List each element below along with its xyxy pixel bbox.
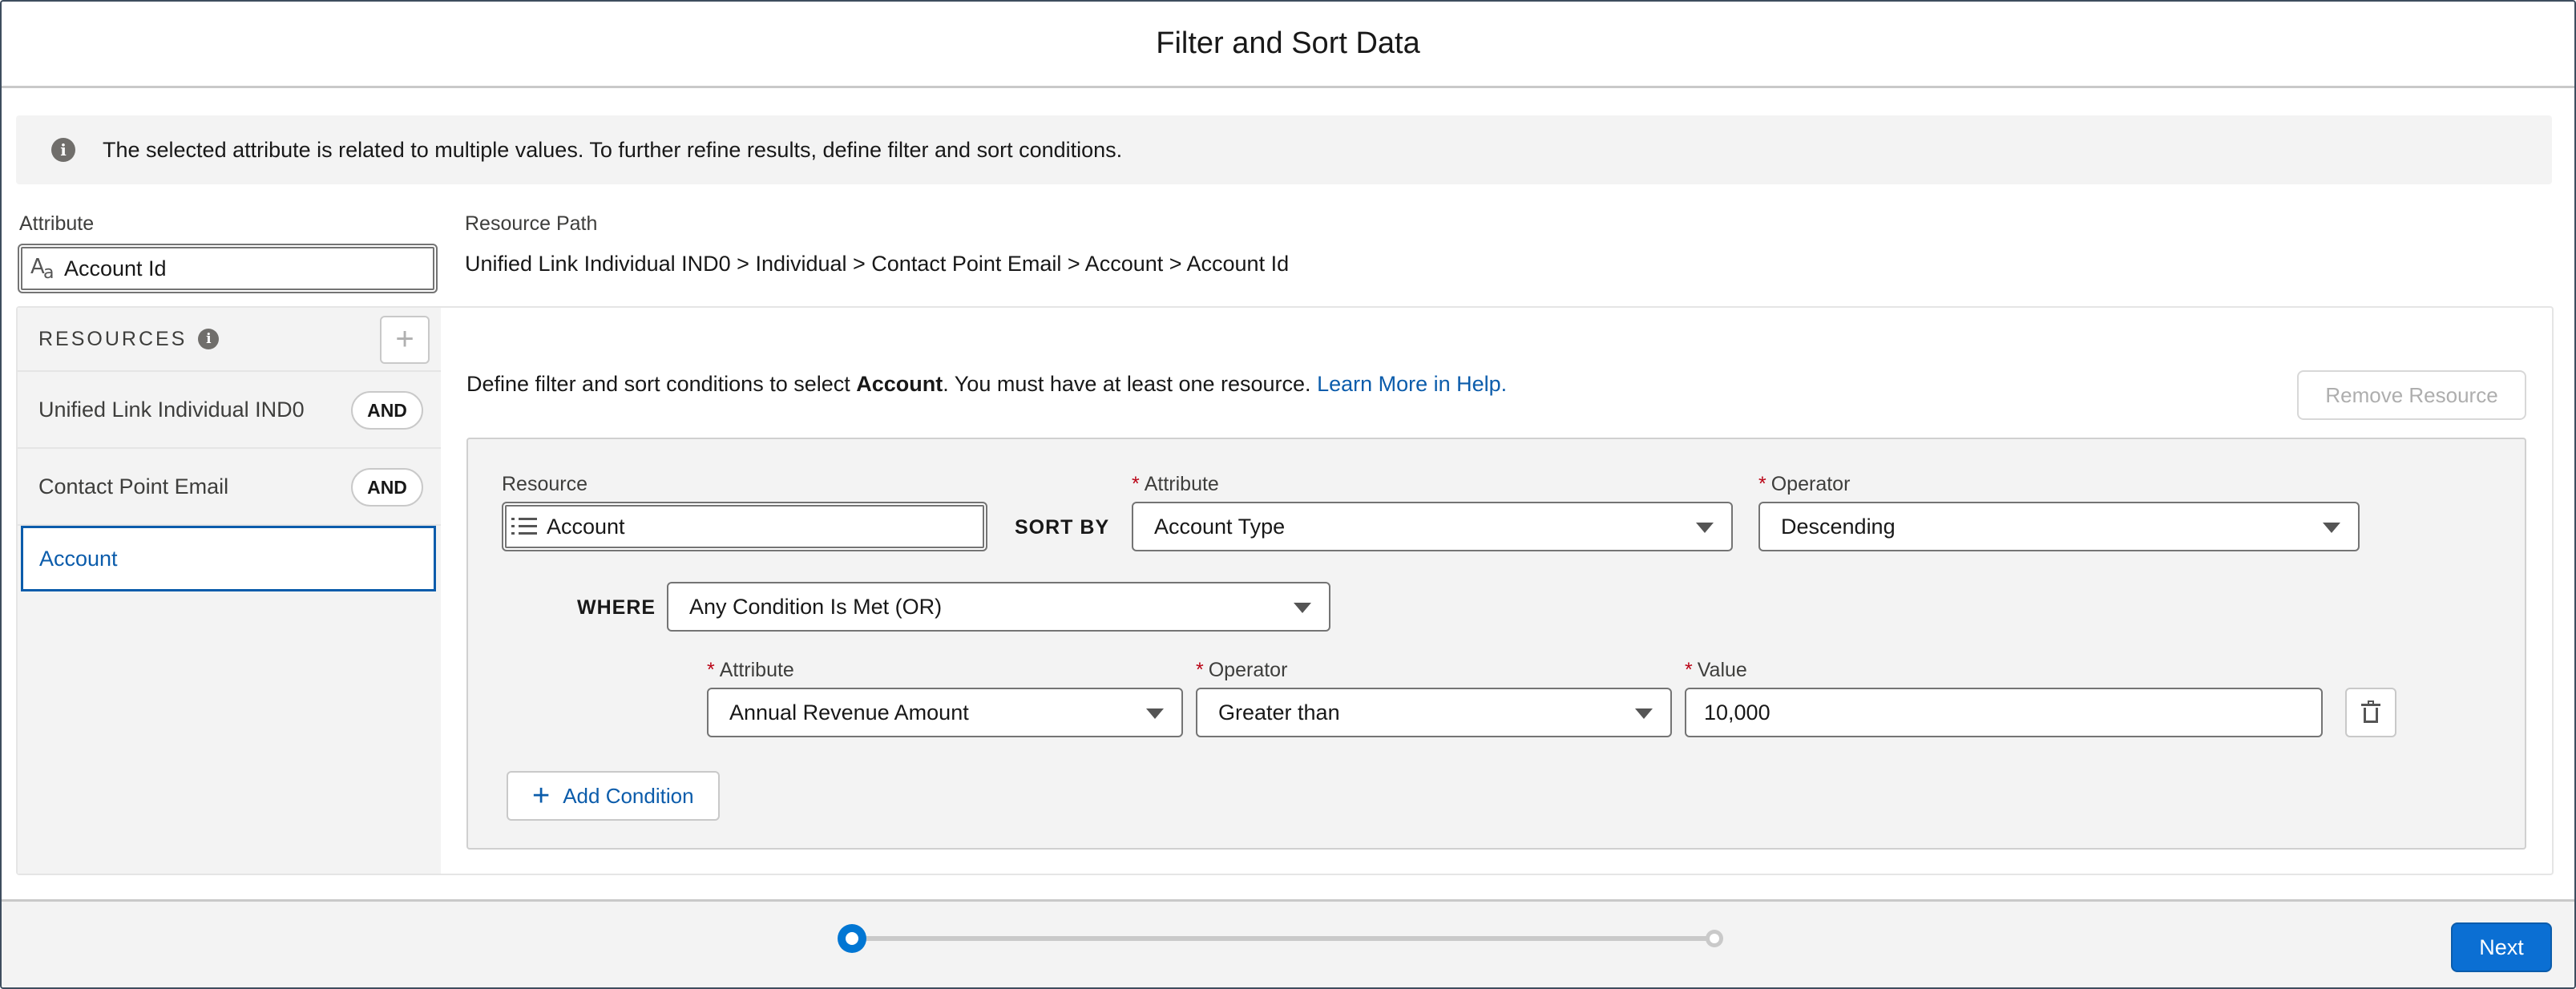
condition-operator-value: Greater than xyxy=(1218,700,1340,725)
chevron-down-icon xyxy=(1294,603,1311,613)
sort-operator-label: * Operator xyxy=(1758,473,1850,496)
plus-icon: + xyxy=(532,779,551,813)
info-icon: i xyxy=(198,329,220,349)
sort-attribute-label: * Attribute xyxy=(1132,473,1219,496)
progress-step-final[interactable] xyxy=(1706,930,1723,947)
sort-attribute-label-text: Attribute xyxy=(1144,473,1219,495)
add-resource-button[interactable]: + xyxy=(380,316,430,364)
chevron-down-icon xyxy=(1696,523,1714,533)
sidebar-item-contact-point-email[interactable]: Contact Point Email AND xyxy=(18,449,441,526)
resource-label: Resource xyxy=(502,473,587,495)
resources-sidebar: RESOURCES i + Unified Link Individual IN… xyxy=(18,308,441,874)
and-badge: AND xyxy=(351,468,423,507)
condition-operator-label-text: Operator xyxy=(1208,659,1288,681)
condition-value-label-text: Value xyxy=(1697,659,1747,681)
conditions-box: Resource Account SORT BY * Attribute Acco… xyxy=(466,438,2526,850)
sort-operator-value: Descending xyxy=(1781,514,1896,539)
progress-step-current[interactable] xyxy=(838,924,866,953)
and-badge: AND xyxy=(351,391,423,430)
where-label: WHERE xyxy=(577,596,656,619)
where-logic-select[interactable]: Any Condition Is Met (OR) xyxy=(667,582,1330,632)
chevron-down-icon xyxy=(1635,708,1653,719)
sort-attribute-value: Account Type xyxy=(1154,514,1286,539)
modal-window: Filter and Sort Data i The selected attr… xyxy=(0,0,2576,989)
resources-title: RESOURCES xyxy=(38,327,188,350)
next-button[interactable]: Next xyxy=(2451,922,2552,972)
required-marker: * xyxy=(1196,659,1204,681)
resources-panel: RESOURCES i + Unified Link Individual IN… xyxy=(16,306,2554,875)
remove-resource-button[interactable]: Remove Resource xyxy=(2297,370,2526,420)
resource-path-label: Resource Path xyxy=(465,212,598,235)
plus-icon: + xyxy=(395,321,414,357)
condition-attribute-label: * Attribute xyxy=(707,659,794,682)
sort-operator-select[interactable]: Descending xyxy=(1758,502,2360,551)
resource-path-value: Unified Link Individual IND0 > Individua… xyxy=(465,252,1290,276)
condition-operator-select[interactable]: Greater than xyxy=(1196,688,1672,737)
required-marker: * xyxy=(1758,473,1766,495)
page-title: Filter and Sort Data xyxy=(1156,26,1420,60)
resources-header: RESOURCES i + xyxy=(18,308,441,372)
trash-icon xyxy=(2361,700,2380,723)
condition-attribute-select[interactable]: Annual Revenue Amount xyxy=(707,688,1183,737)
condition-attribute-label-text: Attribute xyxy=(719,659,794,681)
help-link[interactable]: Learn More in Help. xyxy=(1317,372,1507,396)
condition-value: 10,000 xyxy=(1704,700,1770,725)
attribute-value: Account Id xyxy=(64,256,167,281)
intro-suffix: . You must have at least one resource. xyxy=(943,372,1318,396)
sort-by-label: SORT BY xyxy=(1015,516,1110,539)
condition-operator-label: * Operator xyxy=(1196,659,1287,682)
sidebar-item-label: Contact Point Email xyxy=(38,474,229,499)
delete-condition-button[interactable] xyxy=(2345,688,2396,737)
where-logic-value: Any Condition Is Met (OR) xyxy=(689,594,943,619)
modal-header: Filter and Sort Data xyxy=(2,2,2574,88)
add-condition-label: Add Condition xyxy=(563,783,694,808)
sidebar-item-account[interactable]: Account xyxy=(21,526,436,591)
intro-prefix: Define filter and sort conditions to sel… xyxy=(466,372,857,396)
info-banner: i The selected attribute is related to m… xyxy=(16,115,2552,184)
sort-attribute-select[interactable]: Account Type xyxy=(1132,502,1733,551)
condition-value-label: * Value xyxy=(1685,659,1747,682)
sidebar-item-label: Account xyxy=(39,546,118,571)
chevron-down-icon xyxy=(1146,708,1164,719)
required-marker: * xyxy=(1132,473,1140,495)
intro-resource: Account xyxy=(856,372,943,396)
info-icon: i xyxy=(51,138,75,162)
progress-track xyxy=(853,936,1712,941)
attribute-label: Attribute xyxy=(19,212,95,235)
required-marker: * xyxy=(1685,659,1693,681)
add-condition-button[interactable]: + Add Condition xyxy=(507,771,720,821)
chevron-down-icon xyxy=(2323,523,2340,533)
attribute-field[interactable]: Aa Account Id xyxy=(18,244,438,293)
condition-value-input[interactable]: 10,000 xyxy=(1685,688,2323,737)
sort-operator-label-text: Operator xyxy=(1770,473,1851,495)
resource-value: Account xyxy=(547,514,625,539)
resource-field[interactable]: Account xyxy=(502,502,987,551)
modal-footer: Next xyxy=(2,899,2574,987)
sidebar-item-unified-link[interactable]: Unified Link Individual IND0 AND xyxy=(18,372,441,449)
text-type-icon: Aa xyxy=(30,255,55,283)
list-icon xyxy=(511,516,537,537)
intro-text: Define filter and sort conditions to sel… xyxy=(466,372,1507,397)
condition-attribute-value: Annual Revenue Amount xyxy=(729,700,969,725)
info-message: The selected attribute is related to mul… xyxy=(103,137,1123,162)
sidebar-item-label: Unified Link Individual IND0 xyxy=(38,397,305,422)
required-marker: * xyxy=(707,659,715,681)
